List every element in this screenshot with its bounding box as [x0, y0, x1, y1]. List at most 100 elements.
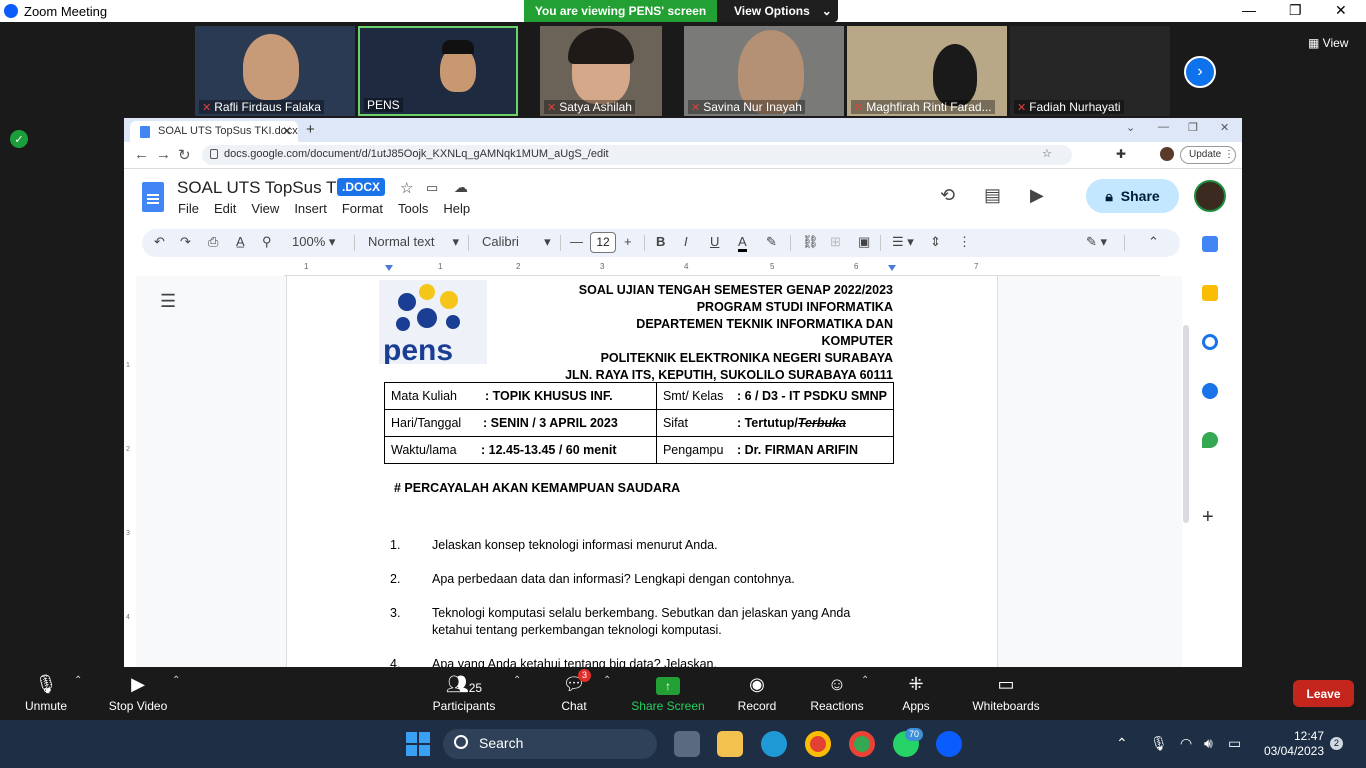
close-icon[interactable]: ✕ — [1335, 2, 1347, 19]
participant-tile[interactable]: ✕ Maghfirah Rinti Farad... — [847, 26, 1007, 116]
participant-tile[interactable]: ✕ Savina Nur Inayah — [684, 26, 844, 116]
reactions-button[interactable]: ☺ Reactions — [808, 667, 866, 720]
restore-icon[interactable]: ❐ — [1188, 121, 1198, 134]
participant-tile[interactable]: ✕ Rafli Firdaus Falaka — [195, 26, 355, 116]
caret-up-icon[interactable]: ⌃ — [74, 675, 82, 686]
tray-overflow-icon[interactable]: ⌃ — [1116, 735, 1128, 752]
calendar-icon[interactable] — [1202, 236, 1218, 252]
menu-tools[interactable]: Tools — [398, 201, 428, 216]
paint-format-icon[interactable]: ⚲ — [262, 234, 272, 250]
menu-edit[interactable]: Edit — [214, 201, 236, 216]
volume-icon[interactable]: 🔊︎ — [1204, 735, 1213, 752]
taskbar-search[interactable]: Search — [443, 729, 657, 759]
tasks-icon[interactable] — [1202, 334, 1218, 350]
add-comment-icon[interactable]: ⊞ — [830, 234, 841, 250]
battery-icon[interactable]: ▭ — [1228, 735, 1241, 752]
zoom-select[interactable]: 100% ▾ — [292, 234, 335, 250]
minimize-icon[interactable]: — — [1158, 121, 1169, 133]
record-button[interactable]: ◉ Record — [732, 667, 782, 720]
insert-image-icon[interactable]: ▣ — [858, 234, 870, 250]
bold-icon[interactable]: B — [656, 234, 665, 249]
contacts-icon[interactable] — [1202, 383, 1218, 399]
document-outline-icon[interactable]: ☰ — [160, 291, 176, 312]
participant-tile[interactable]: ✕ Fadiah Nurhayati — [1010, 26, 1170, 116]
style-select[interactable]: Normal text ▾ — [368, 234, 459, 250]
docs-logo-icon[interactable] — [142, 182, 164, 212]
participants-button[interactable]: 👥︎ 25 Participants — [428, 667, 500, 720]
security-shield-icon[interactable]: ✓ — [10, 130, 28, 148]
more-options-icon[interactable]: ⋮ — [958, 234, 971, 250]
edge-icon[interactable] — [761, 731, 787, 757]
move-folder-icon[interactable]: ▭ — [426, 180, 438, 196]
file-explorer-icon[interactable] — [717, 731, 743, 757]
restore-icon[interactable]: ❐ — [1289, 2, 1302, 19]
scrollbar[interactable] — [1183, 325, 1189, 523]
account-avatar[interactable] — [1194, 180, 1226, 212]
spellcheck-icon[interactable]: A̲ — [236, 234, 245, 249]
leave-button[interactable]: Leave — [1293, 680, 1354, 707]
apps-button[interactable]: ⁜ Apps — [896, 667, 936, 720]
update-button[interactable]: Update ⋮ — [1180, 146, 1236, 164]
document-title[interactable]: SOAL UTS TopSus TKI — [177, 178, 352, 198]
decrease-font-icon[interactable]: — — [570, 234, 583, 249]
right-indent-marker[interactable] — [888, 265, 896, 271]
minimize-icon[interactable]: — — [1242, 2, 1256, 18]
new-tab-icon[interactable]: + — [306, 121, 315, 138]
forward-icon[interactable]: → — [156, 146, 171, 163]
profile-avatar[interactable] — [1160, 147, 1174, 161]
increase-font-icon[interactable]: + — [624, 234, 632, 249]
task-view-icon[interactable] — [674, 731, 700, 757]
meet-camera-icon[interactable]: ▶ — [1030, 185, 1044, 206]
participant-tile[interactable]: ✕ Satya Ashilah — [540, 26, 662, 116]
unmute-button[interactable]: 🎙︎ Unmute — [16, 667, 76, 720]
browser-tab[interactable]: SOAL UTS TopSus TKI.docx - Goo ✕ — [130, 121, 298, 142]
next-page-button[interactable]: › — [1184, 56, 1216, 88]
caret-up-icon[interactable]: ⌃ — [861, 675, 869, 686]
close-tab-icon[interactable]: ✕ — [282, 124, 292, 138]
view-options-button[interactable]: View Options ⌄ — [717, 0, 838, 22]
microphone-icon[interactable]: 🎙︎ — [1150, 735, 1168, 752]
menu-view[interactable]: View — [251, 201, 279, 216]
align-icon[interactable]: ☰ ▾ — [892, 234, 914, 250]
comment-icon[interactable]: ▤ — [984, 185, 1001, 206]
line-spacing-icon[interactable]: ⇕ — [930, 234, 941, 250]
menu-file[interactable]: File — [178, 201, 199, 216]
reload-icon[interactable]: ↻ — [178, 146, 191, 164]
link-icon[interactable]: ⛓ — [802, 234, 819, 250]
editing-mode-icon[interactable]: ✎ ▾ — [1086, 234, 1107, 250]
bookmark-star-icon[interactable]: ☆ — [1042, 147, 1052, 160]
add-addon-icon[interactable]: + — [1202, 506, 1214, 529]
font-size-input[interactable]: 12 — [590, 232, 616, 253]
caret-up-icon[interactable]: ⌃ — [172, 675, 180, 686]
caret-up-icon[interactable]: ⌃ — [513, 675, 521, 686]
zoom-taskbar-icon[interactable] — [936, 731, 962, 757]
collapse-menu-icon[interactable]: ⌃ — [1148, 234, 1159, 250]
maps-icon[interactable] — [1202, 432, 1218, 448]
share-button[interactable]: 🔒︎ Share — [1086, 179, 1179, 213]
chat-button[interactable]: 💬︎ Chat 3 — [548, 667, 600, 720]
menu-format[interactable]: Format — [342, 201, 383, 216]
menu-insert[interactable]: Insert — [294, 201, 327, 216]
left-indent-marker[interactable] — [385, 265, 393, 271]
back-icon[interactable]: ← — [134, 146, 149, 163]
text-color-icon[interactable]: A — [738, 234, 747, 252]
history-icon[interactable]: ⟲ — [940, 185, 955, 206]
taskbar-clock[interactable]: 12:47 03/04/2023 — [1258, 729, 1324, 759]
whiteboards-button[interactable]: ▭ Whiteboards — [968, 667, 1044, 720]
menu-help[interactable]: Help — [443, 201, 470, 216]
extensions-icon[interactable]: ✚ — [1116, 147, 1126, 161]
chrome-profile-icon[interactable] — [849, 731, 875, 757]
view-button[interactable]: ▦ View — [1308, 36, 1348, 50]
address-bar[interactable]: docs.google.com/document/d/1utJ85Oojk_KX… — [202, 145, 1072, 165]
chrome-icon[interactable] — [805, 731, 831, 757]
stop-video-button[interactable]: ▶ Stop Video — [104, 667, 172, 720]
notification-badge[interactable]: 2 — [1330, 737, 1344, 750]
keep-icon[interactable] — [1202, 285, 1218, 301]
highlight-icon[interactable]: ✎ — [766, 234, 777, 250]
wifi-icon[interactable]: ◠ — [1180, 735, 1192, 752]
italic-icon[interactable]: I — [684, 234, 688, 249]
share-screen-button[interactable]: ↑ Share Screen — [630, 667, 706, 720]
caret-up-icon[interactable]: ⌃ — [603, 675, 611, 686]
participant-tile-active[interactable]: PENS — [358, 26, 518, 116]
redo-icon[interactable]: ↷ — [180, 234, 191, 250]
